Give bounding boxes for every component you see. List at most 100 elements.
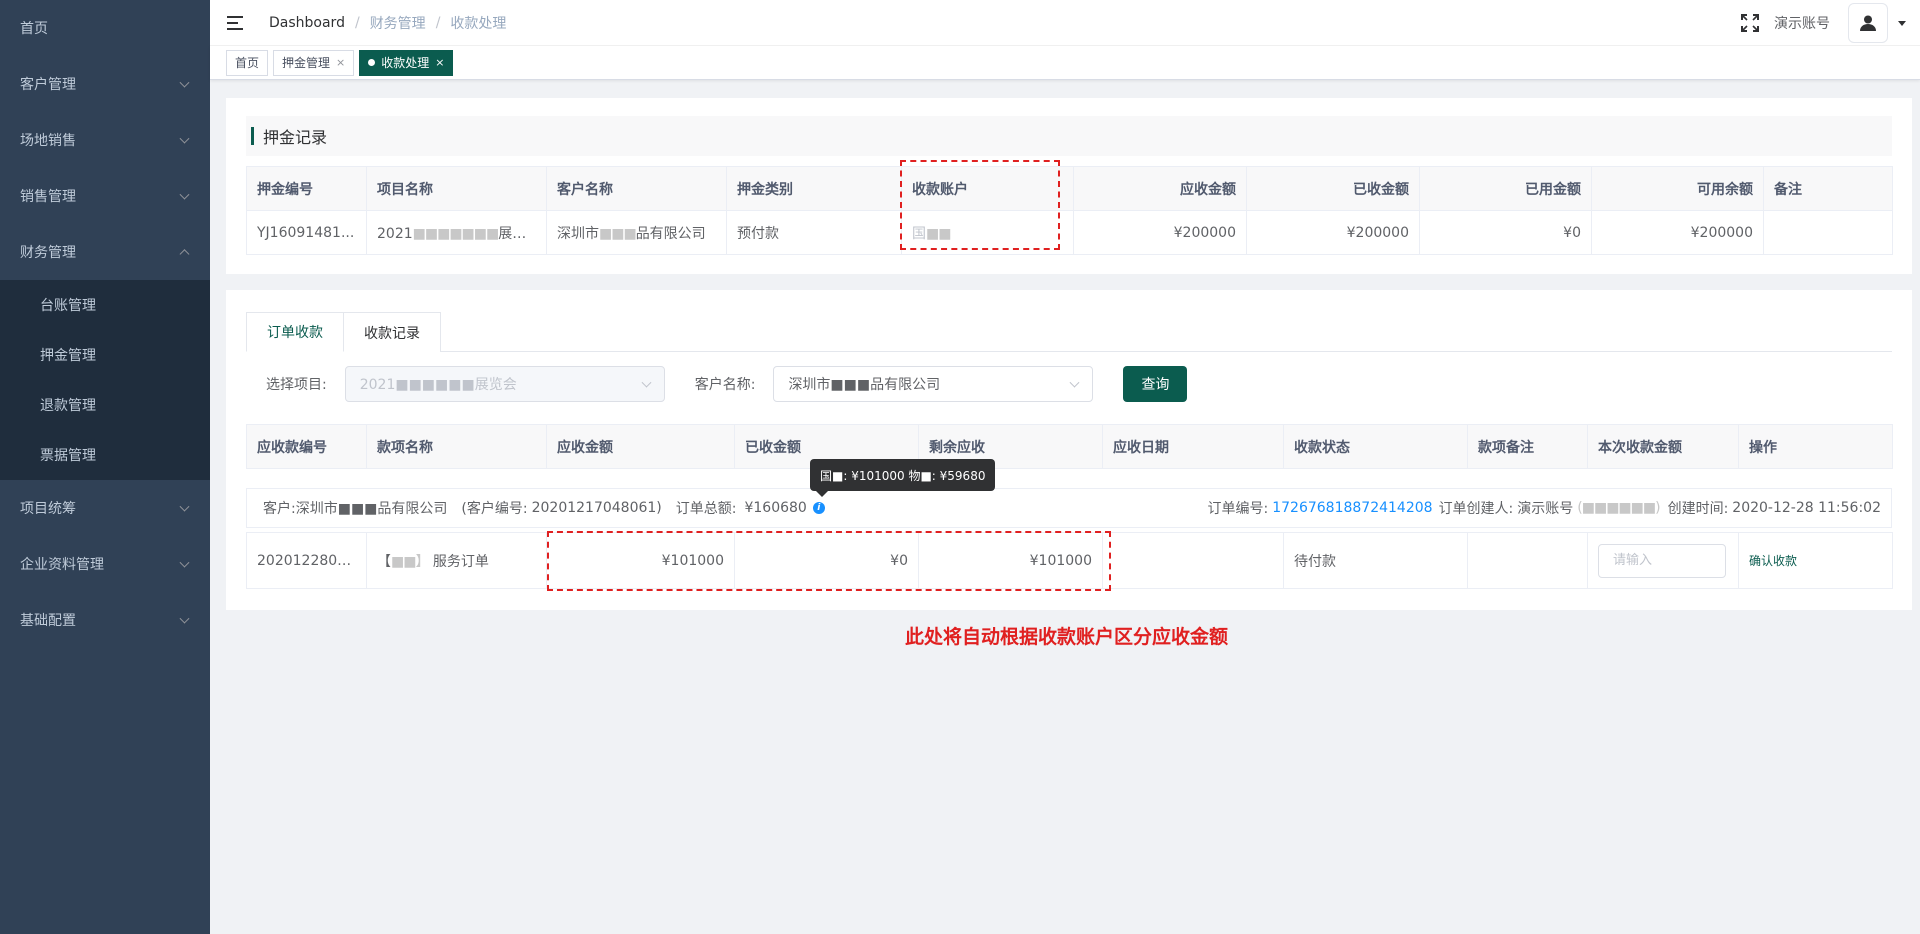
close-icon[interactable]: × bbox=[435, 56, 444, 69]
breadcrumb-dashboard[interactable]: Dashboard bbox=[269, 15, 345, 31]
sidebar-item-label: 客户管理 bbox=[20, 77, 76, 93]
deposit-title: 押金记录 bbox=[263, 128, 328, 147]
payment-amount-input[interactable] bbox=[1598, 543, 1726, 578]
sidebar-item-home[interactable]: 首页 bbox=[0, 0, 210, 56]
sidebar-subitem-refund[interactable]: 退款管理 bbox=[0, 380, 210, 430]
customer-code-label: (客户编号: bbox=[461, 501, 528, 517]
tab-order-receipt[interactable]: 订单收款 bbox=[246, 312, 344, 352]
sidebar-item-customers[interactable]: 客户管理 bbox=[0, 56, 210, 112]
breadcrumb-separator: / bbox=[435, 14, 441, 31]
sidebar-item-label: 财务管理 bbox=[20, 245, 76, 261]
sidebar-subitem-invoice[interactable]: 票据管理 bbox=[0, 430, 210, 480]
title-bar bbox=[251, 127, 254, 145]
text: 展览会 bbox=[498, 225, 541, 242]
table-row: 202012280011 【■■】 服务订单 ¥101000 ¥0 ¥10100… bbox=[246, 532, 1893, 589]
receiving-account: 国■■ bbox=[901, 210, 1074, 255]
sidebar-subitem-label: 押金管理 bbox=[40, 348, 96, 364]
sidebar-item-label: 场地销售 bbox=[20, 133, 76, 149]
deposit-section-title: 押金记录 bbox=[246, 116, 1892, 156]
sidebar-item-venue-sales[interactable]: 场地销售 bbox=[0, 112, 210, 168]
column-header: 已用金额 bbox=[1419, 166, 1592, 211]
menu-toggle-icon[interactable] bbox=[227, 15, 245, 31]
item-name: 【■■】 服务订单 bbox=[366, 532, 547, 589]
caret-down-icon[interactable] bbox=[1898, 20, 1906, 26]
payment-input-cell bbox=[1587, 532, 1739, 589]
tooltip-text: 国■: ¥101000 物■: ¥59680 bbox=[820, 468, 986, 483]
receivables-header-row: 应收款编号 款项名称 应收金额 已收金额 剩余应收 应收日期 收款状态 款项备注… bbox=[246, 424, 1893, 469]
receipt-tabs: 订单收款 收款记录 bbox=[246, 312, 1892, 352]
text: 2021 bbox=[377, 225, 413, 242]
sidebar-item-label: 首页 bbox=[20, 21, 48, 37]
order-total-label: 订单总额: bbox=[675, 501, 737, 517]
text: 【 bbox=[377, 553, 391, 570]
tags-bar: 首页 押金管理 × 收款处理 × bbox=[210, 46, 1920, 80]
project-select[interactable]: 2021■■■■■■展览会 bbox=[344, 366, 665, 402]
project-label: 选择项目: bbox=[266, 377, 327, 393]
sidebar-subitem-label: 退款管理 bbox=[40, 398, 96, 414]
chevron-up-icon bbox=[179, 249, 190, 260]
customer-select[interactable]: 深圳市■■■品有限公司 bbox=[773, 366, 1094, 402]
project-select-value: 2021■■■■■■展览会 bbox=[359, 377, 517, 393]
annotation-text: 此处将自动根据收款账户区分应收金额 bbox=[905, 626, 1229, 648]
column-header: 备注 bbox=[1763, 166, 1893, 211]
sidebar-subitem-deposit[interactable]: 押金管理 bbox=[0, 330, 210, 380]
text: 国 bbox=[912, 225, 926, 242]
sidebar-item-sales[interactable]: 销售管理 bbox=[0, 168, 210, 224]
available-balance: ¥200000 bbox=[1591, 210, 1764, 255]
sidebar-item-enterprise[interactable]: 企业资料管理 bbox=[0, 536, 210, 592]
close-icon[interactable]: × bbox=[336, 56, 345, 69]
order-no-link[interactable]: 172676818872414208 bbox=[1272, 500, 1432, 516]
sidebar-subitem-ledger[interactable]: 台账管理 bbox=[0, 280, 210, 330]
user-icon bbox=[1860, 15, 1876, 31]
sidebar-item-label: 项目统筹 bbox=[20, 501, 76, 517]
chevron-down-icon bbox=[179, 557, 190, 568]
deposit-category: 预付款 bbox=[726, 210, 902, 255]
finance-submenu: 台账管理 押金管理 退款管理 票据管理 bbox=[0, 280, 210, 480]
customer-select-value: 深圳市■■■品有限公司 bbox=[788, 377, 941, 393]
column-header: 可用余额 bbox=[1591, 166, 1764, 211]
column-header: 本次收款金额 bbox=[1587, 424, 1739, 469]
tag-label: 收款处理 bbox=[381, 56, 430, 70]
redacted: ■■ bbox=[926, 225, 951, 242]
sidebar-subitem-label: 台账管理 bbox=[40, 298, 96, 314]
item-remark bbox=[1467, 532, 1588, 589]
column-header: 收款账户 bbox=[901, 166, 1074, 211]
confirm-receipt-link[interactable]: 确认收款 bbox=[1749, 554, 1797, 568]
column-header: 款项备注 bbox=[1467, 424, 1588, 469]
sidebar-item-config[interactable]: 基础配置 bbox=[0, 592, 210, 648]
customer-name: 深圳市■■■品有限公司 bbox=[546, 210, 727, 255]
table-row: YJ16091481... 2021■■■■■■■展览会 深圳市■■■品有限公司… bbox=[246, 210, 1893, 255]
sidebar-item-finance[interactable]: 财务管理 bbox=[0, 224, 210, 280]
info-icon[interactable]: i bbox=[812, 502, 825, 514]
remark bbox=[1763, 210, 1893, 255]
username[interactable]: 演示账号 bbox=[1774, 13, 1830, 33]
received-amount: ¥200000 bbox=[1246, 210, 1420, 255]
customer-code: 20201217048061) bbox=[531, 500, 662, 516]
customer-label: 客户名称: bbox=[694, 377, 756, 393]
tooltip-arrow bbox=[816, 491, 828, 497]
column-header: 款项名称 bbox=[366, 424, 547, 469]
receivables-body-table: 202012280011 【■■】 服务订单 ¥101000 ¥0 ¥10100… bbox=[246, 532, 1893, 589]
tag-receipt[interactable]: 收款处理 × bbox=[359, 49, 454, 76]
created-label: 创建时间: bbox=[1667, 501, 1729, 517]
sidebar-item-project[interactable]: 项目统筹 bbox=[0, 480, 210, 536]
active-dot-icon bbox=[368, 59, 376, 66]
tab-receipt-records[interactable]: 收款记录 bbox=[344, 312, 441, 352]
fullscreen-icon[interactable] bbox=[1740, 13, 1760, 33]
avatar[interactable] bbox=[1848, 3, 1888, 43]
deposit-header-row: 押金编号 项目名称 客户名称 押金类别 收款账户 应收金额 已收金额 已用金额 … bbox=[246, 166, 1893, 211]
sidebar-item-label: 基础配置 bbox=[20, 613, 76, 629]
breadcrumb: Dashboard / 财务管理 / 收款处理 bbox=[269, 13, 506, 33]
deposit-card: 押金记录 押金编号 项目名称 客户名称 押金类别 收款账户 应收金额 已收金额 … bbox=[226, 98, 1912, 274]
order-total: ¥160680 bbox=[744, 500, 807, 516]
chevron-down-icon bbox=[179, 501, 190, 512]
deposit-id: YJ16091481... bbox=[246, 210, 367, 255]
creator: 演示账号 bbox=[1517, 501, 1574, 517]
tag-home[interactable]: 首页 bbox=[226, 49, 269, 76]
creator-label: 订单创建人: bbox=[1438, 501, 1514, 517]
receivables-table: 应收款编号 款项名称 应收金额 已收金额 剩余应收 应收日期 收款状态 款项备注… bbox=[246, 424, 1893, 469]
chevron-down-icon bbox=[179, 77, 190, 88]
query-button[interactable]: 查询 bbox=[1123, 366, 1188, 402]
tag-deposit[interactable]: 押金管理 × bbox=[273, 49, 355, 76]
used-amount: ¥0 bbox=[1419, 210, 1592, 255]
